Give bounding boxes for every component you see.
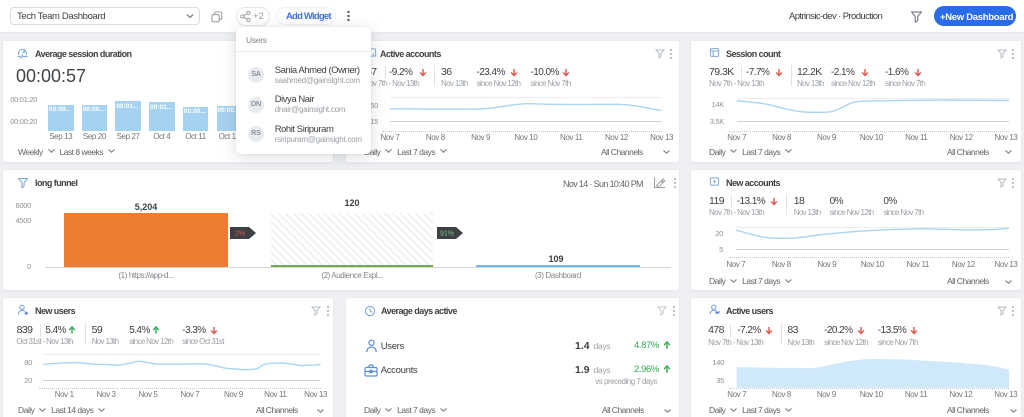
svg-text:2%: 2%: [235, 231, 245, 238]
svg-text:91%: 91%: [440, 231, 454, 238]
